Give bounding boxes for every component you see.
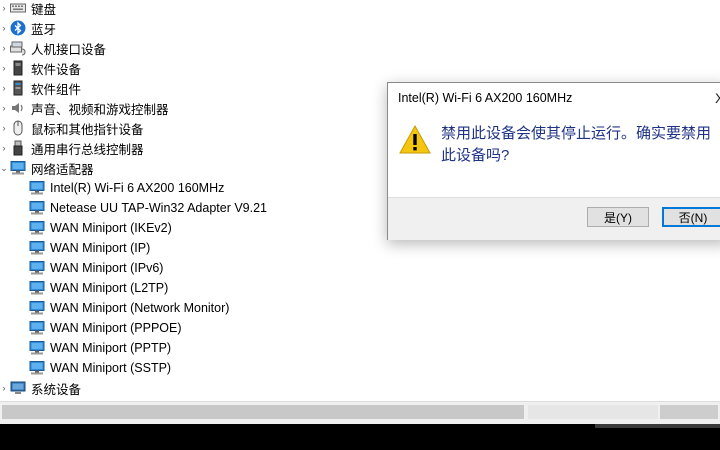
- tree-item-label: 人机接口设备: [31, 42, 107, 57]
- tree-item[interactable]: WAN Miniport (Network Monitor): [29, 298, 229, 318]
- keyboard-icon: [10, 0, 26, 16]
- tree-item-label: 网络适配器: [31, 162, 94, 177]
- bottom-bar: [0, 424, 720, 450]
- tree-item[interactable]: › 鼠标和其他指针设备: [3, 118, 144, 138]
- tree-item-label: 声音、视频和游戏控制器: [31, 102, 169, 117]
- chevron-right-icon[interactable]: ›: [0, 98, 8, 118]
- tree-item-label: 通用串行总线控制器: [31, 142, 144, 157]
- mouse-icon: [10, 120, 26, 136]
- network-adapter-icon: [29, 260, 45, 276]
- network-adapter-icon: [29, 320, 45, 336]
- network-adapter-icon: [29, 240, 45, 256]
- tree-item[interactable]: › 人机接口设备: [3, 38, 107, 58]
- tree-item[interactable]: › 通用串行总线控制器: [3, 138, 144, 158]
- tree-item-label: Intel(R) Wi-Fi 6 AX200 160MHz: [50, 181, 225, 195]
- tree-item-label: WAN Miniport (L2TP): [50, 281, 169, 295]
- tree-item-label: 鼠标和其他指针设备: [31, 122, 144, 137]
- chevron-right-icon[interactable]: ›: [0, 138, 8, 158]
- dialog-footer: 是(Y) 否(N): [388, 197, 720, 240]
- bottom-bar-stripe: [595, 424, 720, 428]
- dialog-message-line1: 禁用此设备会使其停止运行。确实要禁用: [441, 125, 712, 142]
- tree-item[interactable]: Intel(R) Wi-Fi 6 AX200 160MHz: [29, 178, 224, 198]
- network-adapter-icon: [10, 160, 26, 176]
- bluetooth-icon: [10, 20, 26, 36]
- network-adapter-icon: [29, 200, 45, 216]
- tree-item[interactable]: WAN Miniport (IKEv2): [29, 218, 172, 238]
- network-adapter-icon: [29, 280, 45, 296]
- tree-item[interactable]: › 软件设备: [3, 58, 82, 78]
- network-adapter-icon: [29, 360, 45, 376]
- chevron-right-icon[interactable]: ›: [0, 38, 8, 58]
- chevron-right-icon[interactable]: ›: [0, 378, 8, 398]
- chevron-right-icon[interactable]: ›: [0, 118, 8, 138]
- tree-item[interactable]: WAN Miniport (SSTP): [29, 358, 171, 378]
- software-device-icon: [10, 60, 26, 76]
- warning-icon: [399, 124, 431, 155]
- scrollbar-right-segment[interactable]: [660, 405, 718, 419]
- tree-item[interactable]: › 声音、视频和游戏控制器: [3, 98, 169, 118]
- chevron-down-icon[interactable]: ⌄: [0, 158, 8, 178]
- chevron-right-icon[interactable]: ›: [0, 18, 8, 38]
- hid-icon: [10, 40, 26, 56]
- tree-item[interactable]: WAN Miniport (IPv6): [29, 258, 163, 278]
- scrollbar-thumb[interactable]: [2, 405, 524, 419]
- network-adapter-icon: [29, 340, 45, 356]
- network-adapter-icon: [29, 220, 45, 236]
- dialog-message-line2: 此设备吗?: [441, 147, 510, 164]
- software-component-icon: [10, 80, 26, 96]
- tree-item[interactable]: ⌄ 网络适配器: [0, 158, 94, 178]
- tree-item-label: Netease UU TAP-Win32 Adapter V9.21: [50, 201, 268, 215]
- system-device-icon: [10, 380, 26, 396]
- network-adapter-icon: [29, 300, 45, 316]
- tree-item-label: 键盘: [31, 2, 57, 17]
- scrollbar-track[interactable]: [528, 405, 658, 419]
- close-icon[interactable]: X: [715, 90, 720, 106]
- chevron-right-icon[interactable]: ›: [0, 58, 8, 78]
- tree-item[interactable]: WAN Miniport (L2TP): [29, 278, 168, 298]
- tree-item-label: WAN Miniport (PPTP): [50, 341, 172, 355]
- disable-device-dialog: Intel(R) Wi-Fi 6 AX200 160MHz X 禁用此设备会使其…: [387, 82, 720, 240]
- dialog-title: Intel(R) Wi-Fi 6 AX200 160MHz: [398, 91, 573, 105]
- network-adapter-icon: [29, 180, 45, 196]
- tree-item-label: 软件设备: [31, 62, 82, 77]
- dialog-body: 禁用此设备会使其停止运行。确实要禁用 此设备吗?: [388, 113, 720, 197]
- tree-item[interactable]: WAN Miniport (IP): [29, 238, 150, 258]
- tree-item-label: 系统设备: [31, 382, 82, 397]
- no-button[interactable]: 否(N): [662, 207, 720, 227]
- tree-item-label: WAN Miniport (IP): [50, 241, 151, 255]
- dialog-title-bar: Intel(R) Wi-Fi 6 AX200 160MHz X: [388, 83, 720, 113]
- tree-item-label: 软件组件: [31, 82, 82, 97]
- tree-item-label: 蓝牙: [31, 22, 57, 37]
- tree-item[interactable]: Netease UU TAP-Win32 Adapter V9.21: [29, 198, 267, 218]
- tree-item[interactable]: WAN Miniport (PPPOE): [29, 318, 182, 338]
- tree-item[interactable]: › 系统设备: [3, 378, 82, 398]
- horizontal-scrollbar[interactable]: [0, 401, 720, 424]
- tree-item-label: WAN Miniport (Network Monitor): [50, 301, 230, 315]
- dialog-message: 禁用此设备会使其停止运行。确实要禁用 此设备吗?: [441, 123, 711, 167]
- tree-item-label: WAN Miniport (IPv6): [50, 261, 164, 275]
- audio-icon: [10, 100, 26, 116]
- tree-item-label: WAN Miniport (IKEv2): [50, 221, 172, 235]
- tree-item-label: WAN Miniport (SSTP): [50, 361, 172, 375]
- tree-item[interactable]: › 软件组件: [3, 78, 82, 98]
- tree-item[interactable]: › 键盘: [3, 0, 57, 18]
- chevron-right-icon[interactable]: ›: [0, 78, 8, 98]
- chevron-right-icon[interactable]: ›: [0, 0, 8, 18]
- tree-item-label: WAN Miniport (PPPOE): [50, 321, 182, 335]
- tree-item[interactable]: › 蓝牙: [3, 18, 57, 38]
- tree-item[interactable]: WAN Miniport (PPTP): [29, 338, 171, 358]
- usb-icon: [10, 140, 26, 156]
- yes-button[interactable]: 是(Y): [587, 207, 649, 227]
